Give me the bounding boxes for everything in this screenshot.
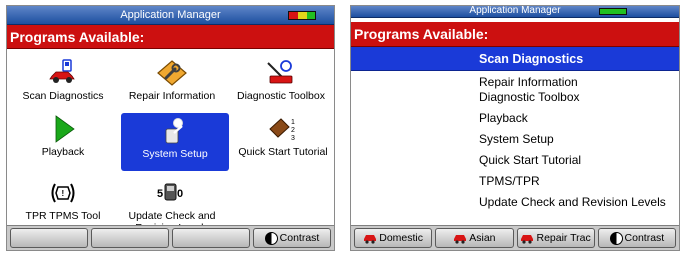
svg-text:5: 5 bbox=[157, 188, 163, 200]
contrast-button[interactable]: Contrast bbox=[253, 228, 331, 248]
app-label: TPR TPMS Tool bbox=[25, 210, 101, 222]
contrast-icon bbox=[264, 231, 278, 245]
app-diagnostic-toolbox[interactable]: Diagnostic Toolbox bbox=[227, 59, 334, 102]
application-manager-list-window: Application Manager Programs Available: … bbox=[350, 5, 680, 251]
domestic-label: Domestic bbox=[379, 232, 423, 244]
softkey-bar: Domestic Asian Repair Trac Contrast bbox=[351, 225, 679, 250]
play-icon bbox=[55, 115, 75, 143]
softkey-2[interactable] bbox=[91, 228, 169, 248]
list-item-system-setup[interactable]: System Setup bbox=[351, 129, 679, 150]
repair-trac-button[interactable]: Repair Trac bbox=[516, 228, 595, 248]
car-icon bbox=[364, 235, 377, 244]
svg-text:3: 3 bbox=[291, 135, 295, 142]
battery-icon bbox=[288, 11, 316, 20]
app-quick-start-tutorial[interactable]: 1 2 3 Quick Start Tutorial bbox=[229, 115, 334, 158]
system-setup-icon bbox=[165, 118, 183, 144]
asian-label: Asian bbox=[469, 232, 496, 244]
tutorial-book-icon: 1 2 3 bbox=[269, 118, 295, 142]
toolbox-probe-icon bbox=[267, 60, 293, 84]
title-bar: Application Manager bbox=[351, 6, 679, 18]
list-item-diagnostic-toolbox[interactable]: Diagnostic Toolbox bbox=[351, 90, 679, 108]
list-item-update-check[interactable]: Update Check and Revision Levels bbox=[351, 192, 679, 213]
app-label: Repair Information bbox=[128, 90, 216, 102]
list-item-playback[interactable]: Playback bbox=[351, 108, 679, 129]
app-tpr-tpms-tool[interactable]: ! TPR TPMS Tool bbox=[9, 179, 117, 222]
svg-text:1: 1 bbox=[291, 119, 295, 126]
app-playback[interactable]: Playback bbox=[9, 115, 117, 158]
programs-header: Programs Available: bbox=[7, 25, 334, 49]
contrast-icon bbox=[609, 231, 623, 245]
app-system-setup[interactable]: System Setup bbox=[121, 113, 229, 171]
contrast-button[interactable]: Contrast bbox=[597, 228, 676, 248]
list-item-repair-information[interactable]: Repair Information bbox=[351, 75, 679, 90]
title-bar: Application Manager bbox=[7, 6, 334, 25]
app-label: Playback bbox=[41, 146, 85, 158]
app-repair-information[interactable]: Repair Information bbox=[118, 59, 226, 102]
battery-icon bbox=[599, 8, 627, 15]
window-title: Application Manager bbox=[120, 9, 221, 21]
app-label: Quick Start Tutorial bbox=[238, 146, 328, 158]
app-grid: Scan Diagnostics Repair Information Diag… bbox=[7, 49, 334, 234]
asian-button[interactable]: Asian bbox=[435, 228, 514, 248]
car-icon bbox=[454, 235, 467, 244]
tpms-icon: ! bbox=[51, 183, 75, 203]
car-icon bbox=[521, 235, 534, 244]
application-manager-grid-window: Application Manager Programs Available: … bbox=[6, 5, 335, 251]
program-list: Scan Diagnostics Repair Information Diag… bbox=[351, 47, 679, 213]
car-scanner-icon bbox=[49, 59, 75, 83]
softkey-bar: Contrast bbox=[7, 225, 334, 250]
svg-text:2: 2 bbox=[291, 127, 295, 134]
app-update-check[interactable]: 5 0 Update Check and Revision Levels bbox=[118, 179, 226, 234]
contrast-label: Contrast bbox=[279, 232, 320, 244]
wrench-book-icon bbox=[157, 60, 187, 86]
app-label: Scan Diagnostics bbox=[22, 90, 104, 102]
window-title: Application Manager bbox=[469, 5, 561, 16]
softkey-3[interactable] bbox=[172, 228, 250, 248]
svg-text:0: 0 bbox=[177, 188, 183, 200]
list-item-tpms-tpr[interactable]: TPMS/TPR bbox=[351, 171, 679, 192]
softkey-1[interactable] bbox=[10, 228, 88, 248]
update-icon: 5 0 bbox=[157, 183, 183, 201]
app-label: System Setup bbox=[142, 148, 208, 160]
app-scan-diagnostics[interactable]: Scan Diagnostics bbox=[9, 59, 117, 102]
repair-trac-label: Repair Trac bbox=[536, 232, 591, 244]
contrast-label: Contrast bbox=[624, 232, 665, 244]
svg-text:!: ! bbox=[62, 189, 65, 198]
app-label: Diagnostic Toolbox bbox=[237, 90, 325, 102]
domestic-button[interactable]: Domestic bbox=[354, 228, 433, 248]
programs-header: Programs Available: bbox=[351, 22, 679, 47]
list-item-quick-start-tutorial[interactable]: Quick Start Tutorial bbox=[351, 150, 679, 171]
list-item-scan-diagnostics[interactable]: Scan Diagnostics bbox=[351, 47, 679, 71]
